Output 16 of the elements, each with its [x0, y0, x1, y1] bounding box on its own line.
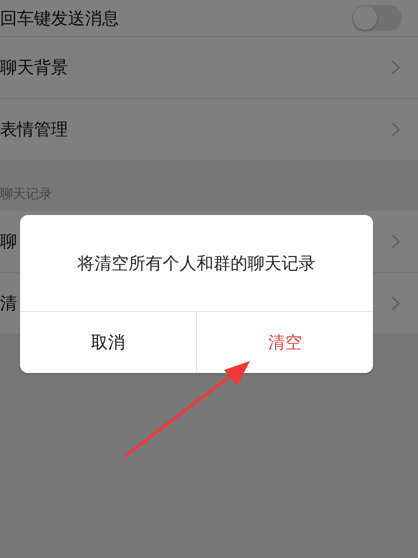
- toggle-switch[interactable]: [352, 5, 402, 31]
- clear-button[interactable]: 清空: [196, 312, 373, 373]
- settings-row[interactable]: 聊天背景: [0, 37, 418, 99]
- cancel-button[interactable]: 取消: [20, 312, 196, 373]
- chevron-icon: [391, 234, 400, 249]
- row-label: 清: [0, 293, 17, 315]
- row-label: 表情管理: [0, 119, 68, 141]
- dialog-message: 将清空所有个人和群的聊天记录: [78, 252, 316, 274]
- chevron-icon: [391, 60, 400, 75]
- row-label: 回车键发送消息: [0, 8, 119, 30]
- settings-row[interactable]: 表情管理: [0, 99, 418, 161]
- row-label: 聊天背景: [0, 57, 68, 79]
- row-label: 聊: [0, 231, 17, 253]
- chevron-icon: [391, 296, 400, 311]
- settings-row[interactable]: 回车键发送消息: [0, 0, 418, 37]
- chevron-icon: [391, 122, 400, 137]
